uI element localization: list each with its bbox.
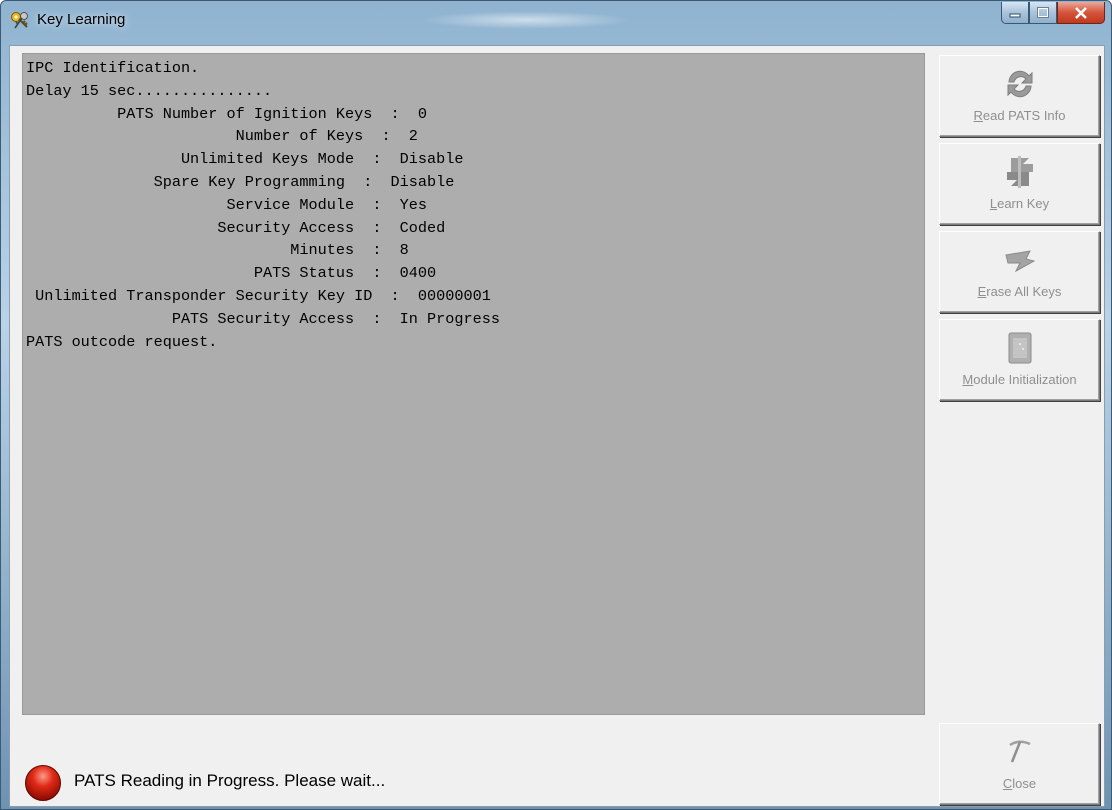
console-line: Delay 15 sec............... — [26, 81, 273, 100]
module-initialization-button[interactable]: Module Initialization — [939, 319, 1100, 401]
red-led-icon — [25, 765, 61, 801]
console-line: PATS Status : 0400 — [26, 264, 437, 283]
keys-app-icon — [11, 12, 28, 29]
console-line: Minutes : 8 — [26, 241, 409, 260]
console-line: Unlimited Transponder Security Key ID : … — [26, 286, 491, 305]
console-line: Security Access : Coded — [26, 218, 446, 237]
window-client-area: IPC Identification. Delay 15 sec........… — [9, 45, 1105, 807]
key-learning-window: Key Learning IPC Identification. Delay 1… — [0, 0, 1112, 810]
learn-key-label: Learn Key — [989, 196, 1050, 211]
minimize-button[interactable] — [1001, 2, 1029, 24]
close-icon — [1075, 6, 1087, 19]
minimize-icon — [1009, 13, 1021, 17]
console-line: Number of Keys : 2 — [26, 127, 418, 146]
close-window-button[interactable] — [1057, 2, 1105, 24]
maximize-icon — [1037, 7, 1049, 18]
close-button[interactable]: Close — [939, 723, 1100, 805]
eraser-icon — [1002, 242, 1038, 278]
status-message: PATS Reading in Progress. Please wait... — [74, 771, 386, 790]
title-bar[interactable]: Key Learning — [1, 1, 1111, 37]
read-pats-info-button[interactable]: Read PATS Info — [939, 55, 1100, 137]
console-line: PATS Number of Ignition Keys : 0 — [26, 104, 428, 123]
output-console[interactable]: IPC Identification. Delay 15 sec........… — [22, 53, 925, 715]
maximize-button[interactable] — [1029, 2, 1057, 24]
window-title: Key Learning — [37, 11, 126, 28]
refresh-arrows-icon — [1003, 66, 1037, 102]
key-arrows-icon — [1003, 154, 1037, 190]
console-line: PATS Security Access : In Progress — [26, 309, 500, 328]
erase-all-keys-label: Erase All Keys — [977, 284, 1062, 299]
pickaxe-icon — [1005, 734, 1035, 770]
module-chip-icon — [1003, 330, 1037, 366]
read-pats-info-label: Read PATS Info — [973, 108, 1066, 123]
learn-key-button[interactable]: Learn Key — [939, 143, 1100, 225]
console-line: Unlimited Keys Mode : Disable — [26, 150, 464, 169]
console-line: IPC Identification. — [26, 59, 200, 77]
console-line: PATS outcode request. — [26, 332, 218, 351]
close-label: Close — [1002, 776, 1037, 791]
console-output-text: IPC Identification. Delay 15 sec........… — [23, 54, 924, 353]
erase-all-keys-button[interactable]: Erase All Keys — [939, 231, 1100, 313]
module-initialization-label: Module Initialization — [962, 372, 1077, 387]
window-controls — [1001, 2, 1105, 26]
title-bar-glow — [421, 11, 631, 29]
console-line: Service Module : Yes — [26, 195, 428, 214]
console-line: Spare Key Programming : Disable — [26, 172, 455, 191]
